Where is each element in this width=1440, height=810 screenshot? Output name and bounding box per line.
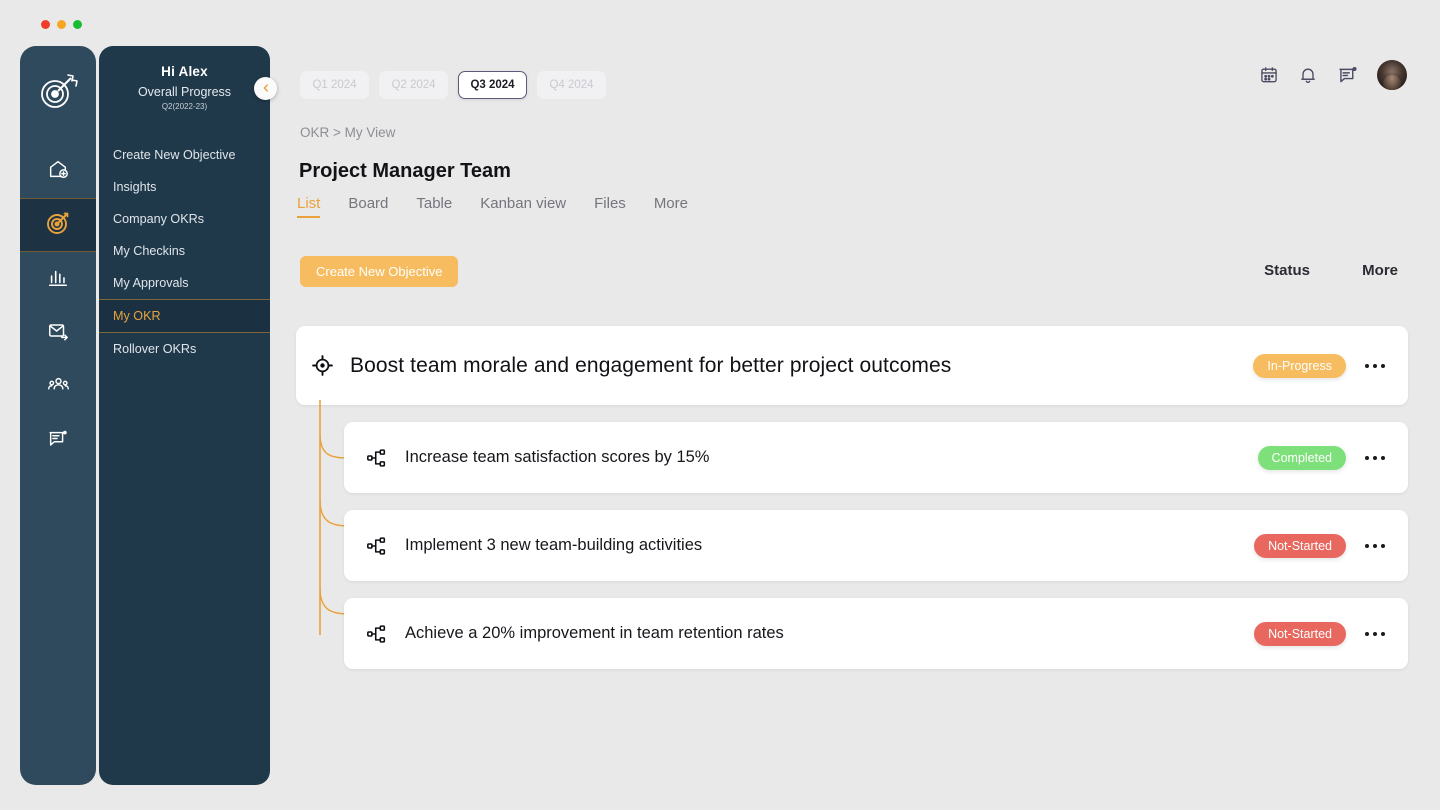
objective-more-button[interactable] <box>1358 356 1392 376</box>
menu-item-insights[interactable]: Insights <box>99 171 270 203</box>
menu-item-rollover-okrs[interactable]: Rollover OKRs <box>99 333 270 365</box>
key-result-more-button[interactable] <box>1358 536 1392 556</box>
nav-drawer: Hi Alex Overall Progress Q2(2022-23) Cre… <box>99 46 270 785</box>
quarter-tabs: Q1 2024 Q2 2024 Q3 2024 Q4 2024 <box>300 71 606 99</box>
key-result-title: Increase team satisfaction scores by 15% <box>405 448 710 466</box>
hierarchy-icon <box>364 623 390 645</box>
message-note-icon <box>47 428 69 455</box>
tab-board[interactable]: Board <box>348 195 388 216</box>
more-column-header: More <box>1362 262 1398 279</box>
calendar-icon[interactable] <box>1259 65 1279 85</box>
key-result-title: Achieve a 20% improvement in team retent… <box>405 624 784 642</box>
key-result-row[interactable]: Achieve a 20% improvement in team retent… <box>344 598 1408 669</box>
status-badge[interactable]: Not-Started <box>1254 533 1346 558</box>
rail-item-list <box>20 144 96 468</box>
drawer-menu: Create New Objective Insights Company OK… <box>99 139 270 365</box>
user-greeting: Hi Alex <box>161 64 208 79</box>
quarter-tab-q3[interactable]: Q3 2024 <box>458 71 527 99</box>
key-result-title: Implement 3 new team-building activities <box>405 536 703 554</box>
mail-send-icon <box>47 320 69 347</box>
view-tabs: List Board Table Kanban view Files More <box>297 195 688 218</box>
key-result-more-button[interactable] <box>1358 448 1392 468</box>
sidebar-item-analytics[interactable] <box>20 252 96 306</box>
minimize-dot[interactable] <box>57 20 66 29</box>
tab-kanban-view[interactable]: Kanban view <box>480 195 566 216</box>
page-title: Project Manager Team <box>299 160 511 182</box>
sidebar-item-home-add[interactable] <box>20 144 96 198</box>
status-column-header: Status <box>1264 262 1310 279</box>
menu-item-my-okr[interactable]: My OKR <box>99 299 270 333</box>
maximize-dot[interactable] <box>73 20 82 29</box>
menu-item-my-approvals[interactable]: My Approvals <box>99 267 270 299</box>
tab-more[interactable]: More <box>654 195 688 216</box>
bar-chart-icon <box>47 266 69 293</box>
app-window: Hi Alex Overall Progress Q2(2022-23) Cre… <box>0 0 1440 810</box>
chat-icon[interactable] <box>1337 65 1358 86</box>
window-controls <box>41 20 82 29</box>
avatar[interactable] <box>1377 60 1407 90</box>
menu-item-create-new-objective[interactable]: Create New Objective <box>99 139 270 171</box>
hierarchy-icon <box>364 447 390 469</box>
status-badge[interactable]: Not-Started <box>1254 621 1346 646</box>
bell-icon[interactable] <box>1298 65 1318 85</box>
quarter-tab-q1[interactable]: Q1 2024 <box>300 71 369 99</box>
quarter-tab-q2[interactable]: Q2 2024 <box>379 71 448 99</box>
chevron-left-icon <box>261 80 271 98</box>
overall-progress-label: Overall Progress <box>137 85 232 99</box>
drawer-header: Hi Alex Overall Progress Q2(2022-23) <box>99 46 270 115</box>
crosshair-target-icon <box>308 354 336 377</box>
target-icon <box>46 211 70 240</box>
status-badge[interactable]: Completed <box>1257 445 1346 470</box>
breadcrumb[interactable]: OKR > My View <box>300 125 395 140</box>
tab-list[interactable]: List <box>297 195 321 218</box>
objective-title: Boost team morale and engagement for bet… <box>350 353 952 377</box>
sidebar-item-feedback[interactable] <box>20 414 96 468</box>
close-dot[interactable] <box>41 20 50 29</box>
sidebar-item-team[interactable] <box>20 360 96 414</box>
icon-rail <box>20 46 96 785</box>
home-plus-icon <box>47 158 69 185</box>
menu-item-company-okrs[interactable]: Company OKRs <box>99 203 270 235</box>
key-result-more-button[interactable] <box>1358 624 1392 644</box>
key-result-row[interactable]: Increase team satisfaction scores by 15%… <box>344 422 1408 493</box>
target-logo-icon <box>34 68 82 116</box>
quarter-tab-q4[interactable]: Q4 2024 <box>537 71 606 99</box>
menu-item-my-checkins[interactable]: My Checkins <box>99 235 270 267</box>
period-label: Q2(2022-23) <box>161 102 208 111</box>
sidebar-collapse-button[interactable] <box>254 77 277 100</box>
users-icon <box>47 373 70 401</box>
create-new-objective-button[interactable]: Create New Objective <box>300 256 459 287</box>
key-result-row[interactable]: Implement 3 new team-building activities… <box>344 510 1408 581</box>
top-bar-actions <box>1259 60 1407 90</box>
objective-card[interactable]: Boost team morale and engagement for bet… <box>296 326 1408 405</box>
tab-files[interactable]: Files <box>594 195 626 216</box>
sidebar-item-mail[interactable] <box>20 306 96 360</box>
tab-table[interactable]: Table <box>416 195 452 216</box>
hierarchy-icon <box>364 535 390 557</box>
status-badge[interactable]: In-Progress <box>1253 353 1346 378</box>
sidebar-item-okr[interactable] <box>20 198 96 252</box>
